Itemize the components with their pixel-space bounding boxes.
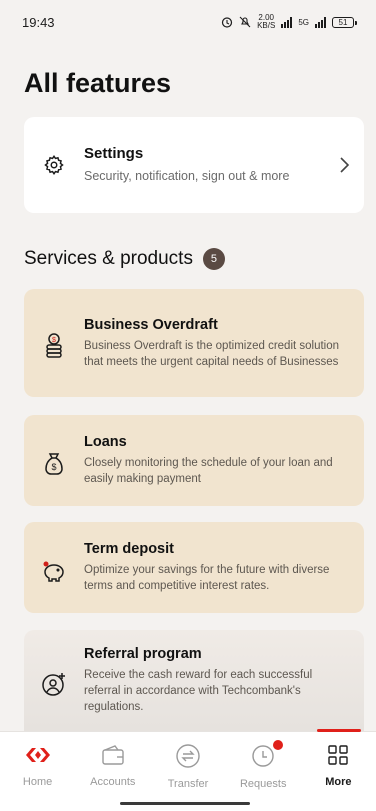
status-icons: 2.00 KB/S 5G 51 — [221, 13, 357, 30]
services-section-header: Services & products 5 — [24, 248, 225, 270]
piggy-bank-icon — [24, 553, 84, 583]
svg-text:$: $ — [51, 462, 56, 472]
service-title: Loans — [84, 434, 127, 450]
service-title: Term deposit — [84, 541, 174, 557]
service-description: Business Overdraft is the optimized cred… — [84, 339, 340, 368]
service-description: Closely monitoring the schedule of your … — [84, 457, 333, 485]
page-title: All features — [24, 68, 172, 98]
settings-description: Security, notification, sign out & more — [84, 169, 290, 183]
settings-title: Settings — [84, 145, 144, 162]
active-tab-indicator — [316, 729, 361, 732]
tab-requests[interactable]: Requests — [226, 732, 301, 811]
service-description: Receive the cash reward for each success… — [84, 669, 313, 713]
home-indicator[interactable] — [120, 802, 250, 805]
mute-icon — [239, 16, 251, 28]
service-card-loans[interactable]: $ Loans Closely monitoring the schedule … — [24, 415, 364, 506]
svg-text:$: $ — [52, 337, 56, 344]
clock-icon — [252, 745, 274, 767]
coin-stack-icon: $ — [24, 327, 84, 359]
tab-home[interactable]: Home — [0, 732, 75, 811]
wallet-icon — [102, 745, 124, 765]
tab-label: Accounts — [90, 776, 136, 788]
tab-label: Requests — [239, 778, 287, 790]
bottom-tab-bar: Home Accounts Transfer Requests More — [0, 729, 376, 811]
network-speed: 2.00 KB/S — [257, 13, 276, 30]
network-type: 5G — [298, 17, 309, 27]
transfer-icon — [176, 744, 200, 768]
home-logo-icon — [25, 748, 50, 762]
service-card-term-deposit[interactable]: Term deposit Optimize your savings for t… — [24, 522, 364, 613]
chevron-right-icon — [324, 156, 364, 174]
service-card-business-overdraft[interactable]: $ Business Overdraft Business Overdraft … — [24, 289, 364, 397]
gear-icon — [24, 154, 84, 176]
status-time: 19:43 — [22, 14, 55, 30]
tab-label: Transfer — [167, 778, 209, 790]
service-card-referral-program[interactable]: Referral program Receive the cash reward… — [24, 630, 364, 731]
add-user-icon — [24, 665, 84, 697]
money-bag-icon: $ — [24, 446, 84, 476]
tab-more[interactable]: More — [301, 729, 376, 811]
battery-icon: 51 — [332, 16, 357, 28]
service-title: Referral program — [84, 646, 202, 662]
service-description: Optimize your savings for the future wit… — [84, 564, 330, 592]
services-count-badge: 5 — [202, 248, 225, 270]
settings-card[interactable]: Settings Security, notification, sign ou… — [24, 117, 364, 213]
grid-icon — [328, 745, 349, 765]
cell-signal-icon — [315, 16, 326, 28]
services-section-title: Services & products — [24, 248, 193, 269]
tab-accounts[interactable]: Accounts — [75, 732, 150, 811]
status-bar: 19:43 2.00 KB/S 5G 51 — [0, 0, 376, 44]
wifi-signal-icon — [281, 16, 293, 28]
alarm-icon — [221, 17, 233, 28]
tab-transfer[interactable]: Transfer — [150, 732, 225, 811]
notification-dot — [272, 740, 283, 750]
tab-label: More — [325, 776, 352, 788]
service-title: Business Overdraft — [84, 316, 218, 333]
tab-label: Home — [22, 776, 53, 788]
